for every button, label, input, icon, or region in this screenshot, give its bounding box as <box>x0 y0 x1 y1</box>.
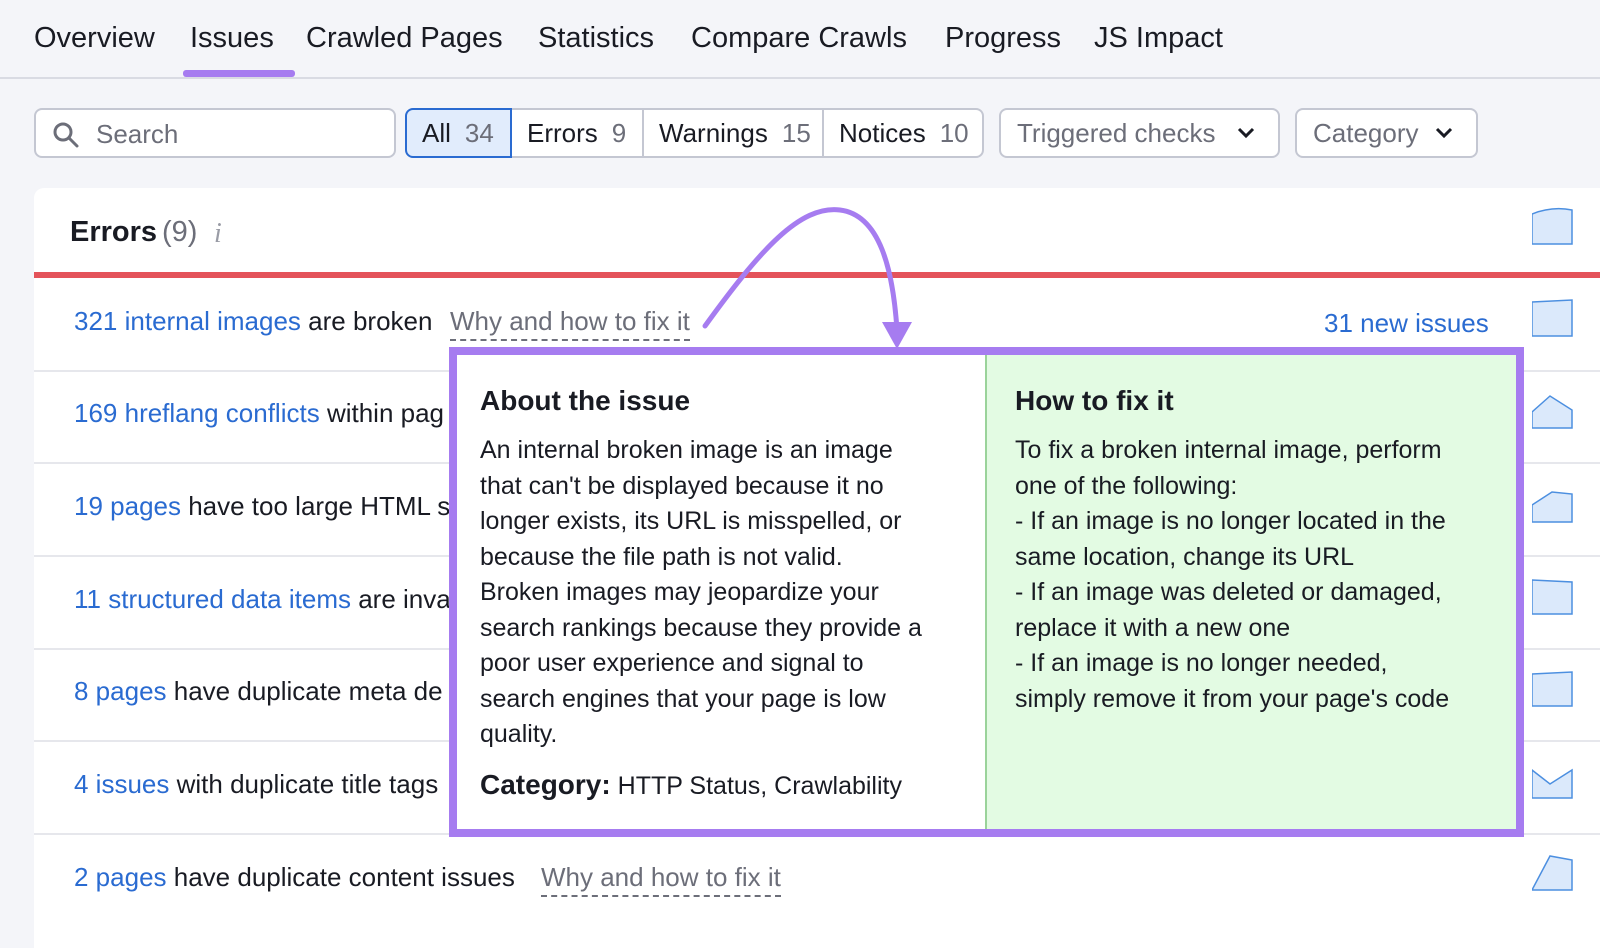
why-and-how-link[interactable]: Why and how to fix it <box>450 306 690 341</box>
how-to-fix-body: To fix a broken internal image, perform … <box>1015 433 1449 717</box>
tab-issues[interactable]: Issues <box>190 22 274 55</box>
issue-link[interactable]: 19 pages <box>74 491 181 521</box>
filter-label: Notices <box>839 117 926 148</box>
filter-count: 15 <box>781 117 811 148</box>
filter-count: 9 <box>611 117 627 148</box>
trend-sparkline <box>1532 855 1573 891</box>
issue-link[interactable]: 4 issues <box>74 769 169 799</box>
why-and-how-link[interactable]: Why and how to fix it <box>541 862 781 897</box>
trend-sparkline <box>1532 299 1573 337</box>
filter-notices[interactable]: Notices 10 <box>822 108 984 158</box>
filter-warnings[interactable]: Warnings 15 <box>642 108 824 158</box>
fix-line: replace it with a new one <box>1015 613 1291 642</box>
trend-sparkline <box>1532 579 1573 615</box>
about-line: An internal broken image is an image <box>480 436 893 464</box>
filter-label: Warnings <box>659 117 768 148</box>
about-line: search rankings because they provide a <box>480 613 922 642</box>
about-line: poor user experience and signal to <box>480 649 864 677</box>
filter-count: 34 <box>464 117 494 148</box>
filter-label: All <box>422 117 451 148</box>
how-to-fix-section: How to fix it To fix a broken internal i… <box>985 355 1516 829</box>
issue-text: 2 pages have duplicate content issues <box>74 862 515 893</box>
fix-line: one of the following: <box>1015 471 1238 500</box>
tab-progress[interactable]: Progress <box>945 22 1061 55</box>
about-issue-body: An internal broken image is an image tha… <box>480 433 922 753</box>
fix-line: simply remove it from your page's code <box>1015 684 1450 713</box>
filter-label: Errors <box>527 117 598 148</box>
about-line: search engines that your page is low <box>480 684 886 713</box>
filter-errors[interactable]: Errors 9 <box>510 108 644 158</box>
section-count: (9) <box>162 216 198 248</box>
issue-link[interactable]: 2 pages <box>74 862 167 892</box>
fix-line: - If an image is no longer located in th… <box>1015 507 1446 535</box>
category-value: HTTP Status, Crawlability <box>610 772 902 800</box>
fix-line: same location, change its URL <box>1015 542 1355 571</box>
trend-sparkline <box>1532 671 1573 707</box>
trend-sparkline <box>1532 395 1573 429</box>
about-issue-title: About the issue <box>480 385 691 416</box>
about-line: Broken images may jeopardize your <box>480 578 879 606</box>
issue-link[interactable]: 11 structured data items <box>74 584 351 614</box>
tab-statistics[interactable]: Statistics <box>538 22 654 55</box>
tab-js-impact[interactable]: JS Impact <box>1094 22 1223 55</box>
chevron-down-icon <box>1435 127 1453 139</box>
active-tab-indicator <box>183 70 295 77</box>
issue-link[interactable]: 8 pages <box>74 676 167 706</box>
search-input[interactable] <box>94 116 378 152</box>
issue-description: have duplicate content issues <box>166 862 515 892</box>
issue-text: 8 pages have duplicate meta de <box>74 676 443 707</box>
trend-sparkline-column <box>1532 207 1573 891</box>
section-title: Errors <box>70 216 158 248</box>
search-box <box>34 108 396 158</box>
category-dropdown[interactable]: Category <box>1295 108 1478 158</box>
issue-description: are broken <box>300 306 433 336</box>
issue-popup: About the issue An internal broken image… <box>449 347 1524 837</box>
filter-count: 10 <box>939 117 969 148</box>
fix-line: - If an image was deleted or damaged, <box>1015 578 1442 606</box>
tab-crawled-pages[interactable]: Crawled Pages <box>306 22 503 55</box>
category-line: Category: HTTP Status, Crawlability <box>480 769 902 801</box>
about-line: longer exists, its URL is misspelled, or <box>480 507 902 535</box>
tab-compare-crawls[interactable]: Compare Crawls <box>691 22 907 55</box>
issue-text: 321 internal images are broken <box>74 306 432 337</box>
triggered-checks-dropdown[interactable]: Triggered checks <box>999 108 1280 158</box>
trend-sparkline <box>1532 491 1573 523</box>
dropdown-label: Category <box>1313 117 1419 148</box>
trend-sparkline <box>1532 768 1573 799</box>
issue-link[interactable]: 321 internal images <box>74 306 301 336</box>
fix-line: To fix a broken internal image, perform <box>1015 436 1442 464</box>
issue-description: within pag <box>319 398 445 428</box>
issue-description: are inva <box>351 584 451 614</box>
issue-description: have too large HTML s <box>180 491 451 521</box>
search-icon <box>53 122 79 148</box>
info-icon[interactable]: i <box>214 218 222 250</box>
tab-overview[interactable]: Overview <box>34 22 155 55</box>
issue-text: 19 pages have too large HTML s <box>74 491 450 522</box>
about-line: because the file path is not valid. <box>480 542 843 571</box>
issue-text: 169 hreflang conflicts within pag <box>74 398 444 429</box>
category-label: Category: <box>480 769 611 800</box>
issue-text: 11 structured data items are inva <box>74 584 451 615</box>
issue-description: with duplicate title tags <box>169 769 439 799</box>
about-line: that can't be displayed because it no <box>480 471 884 500</box>
trend-sparkline <box>1532 207 1573 245</box>
fix-line: - If an image is no longer needed, <box>1015 649 1388 677</box>
issue-row: 2 pages have duplicate content issues Wh… <box>34 834 1600 926</box>
tab-bar: Overview Issues Crawled Pages Statistics… <box>0 0 1600 79</box>
about-issue-section: About the issue An internal broken image… <box>457 355 985 829</box>
issue-text: 4 issues with duplicate title tags <box>74 769 438 800</box>
issue-link[interactable]: 169 hreflang conflicts <box>74 398 320 428</box>
how-to-fix-title: How to fix it <box>1015 385 1174 416</box>
dropdown-label: Triggered checks <box>1017 117 1216 148</box>
about-line: quality. <box>480 720 558 748</box>
chevron-down-icon <box>1237 127 1255 139</box>
new-issues-link[interactable]: 31 new issues <box>1324 308 1489 339</box>
issue-description: have duplicate meta de <box>166 676 443 706</box>
filter-all[interactable]: All 34 <box>405 108 512 158</box>
